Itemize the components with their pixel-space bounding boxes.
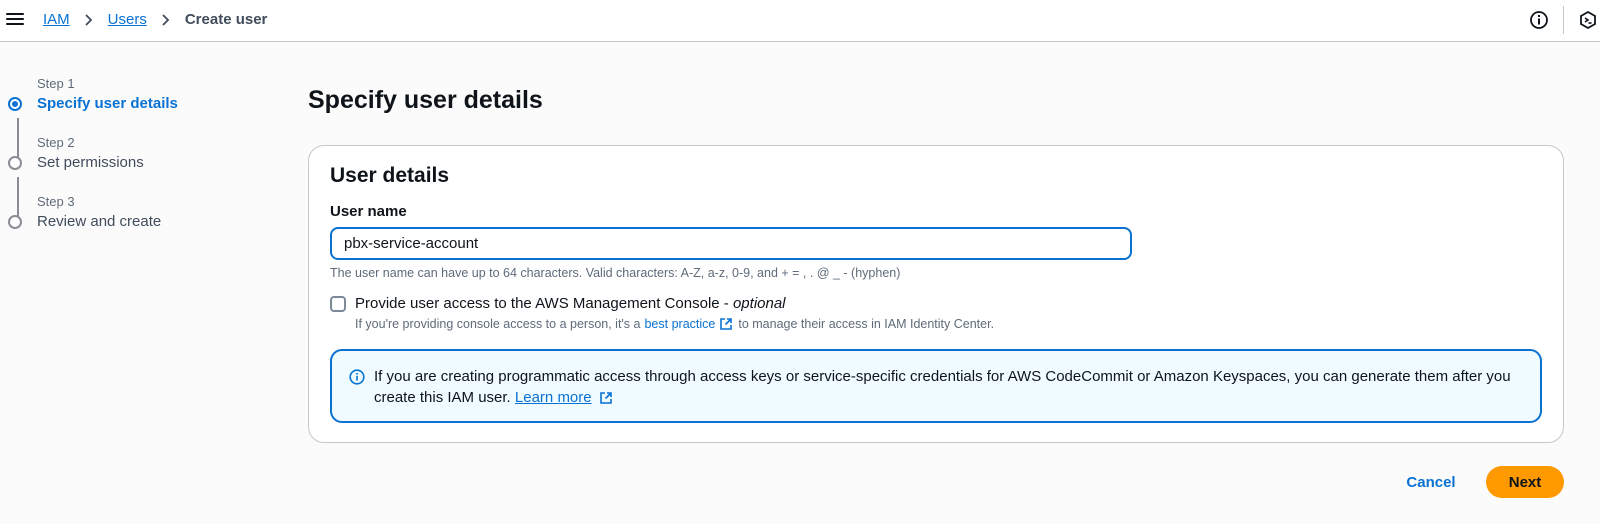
username-label: User name — [330, 203, 407, 220]
step-connector — [17, 118, 19, 160]
external-link-icon[interactable] — [719, 317, 733, 331]
learn-more-link[interactable]: Learn more — [515, 389, 592, 406]
next-button[interactable]: Next — [1486, 466, 1564, 498]
step-title: Review and create — [37, 213, 162, 230]
cloudshell-icon[interactable] — [1578, 10, 1598, 30]
step-connector — [17, 177, 19, 219]
breadcrumb-users-link[interactable]: Users — [108, 11, 147, 28]
step-status-inactive-icon — [8, 156, 22, 170]
step-number: Step 1 — [37, 76, 75, 91]
step-title: Specify user details — [37, 95, 178, 112]
console-access-description: If you're providing console access to a … — [355, 317, 994, 331]
container-title: User details — [330, 164, 450, 187]
console-desc-text-after: to manage their access in IAM Identity C… — [738, 317, 995, 331]
console-desc-text: If you're providing console access to a … — [355, 317, 641, 331]
console-access-checkbox[interactable] — [330, 296, 346, 312]
username-constraint-text: The user name can have up to 64 characte… — [330, 266, 901, 280]
info-circle-icon — [349, 369, 365, 385]
step-status-active-icon — [8, 97, 22, 111]
breadcrumb: IAM Users Create user — [43, 11, 267, 28]
external-link-icon[interactable] — [599, 391, 613, 405]
toolbar-divider — [1563, 6, 1564, 34]
page-title: Specify user details — [308, 86, 543, 114]
info-alert: If you are creating programmatic access … — [330, 349, 1542, 423]
username-input[interactable] — [330, 227, 1132, 260]
cancel-button[interactable]: Cancel — [1396, 466, 1466, 498]
step-title: Set permissions — [37, 154, 144, 171]
console-access-label-text: Provide user access to the AWS Managemen… — [355, 295, 733, 312]
alert-message: If you are creating programmatic access … — [374, 366, 1524, 408]
chevron-right-icon — [162, 13, 170, 26]
breadcrumb-iam-link[interactable]: IAM — [43, 11, 70, 28]
console-access-label[interactable]: Provide user access to the AWS Managemen… — [355, 295, 786, 312]
step-number: Step 3 — [37, 194, 75, 209]
chevron-right-icon — [85, 13, 92, 26]
top-navigation-bar: IAM Users Create user — [0, 0, 1600, 42]
best-practice-link[interactable]: best practice — [644, 317, 715, 331]
user-details-container: User details User name The user name can… — [308, 145, 1564, 443]
optional-tag: optional — [732, 295, 786, 312]
step-number: Step 2 — [37, 135, 75, 150]
breadcrumb-current: Create user — [184, 11, 268, 28]
hamburger-menu-icon[interactable] — [6, 11, 24, 29]
info-circle-icon[interactable] — [1529, 10, 1549, 30]
step-status-inactive-icon — [8, 215, 22, 229]
